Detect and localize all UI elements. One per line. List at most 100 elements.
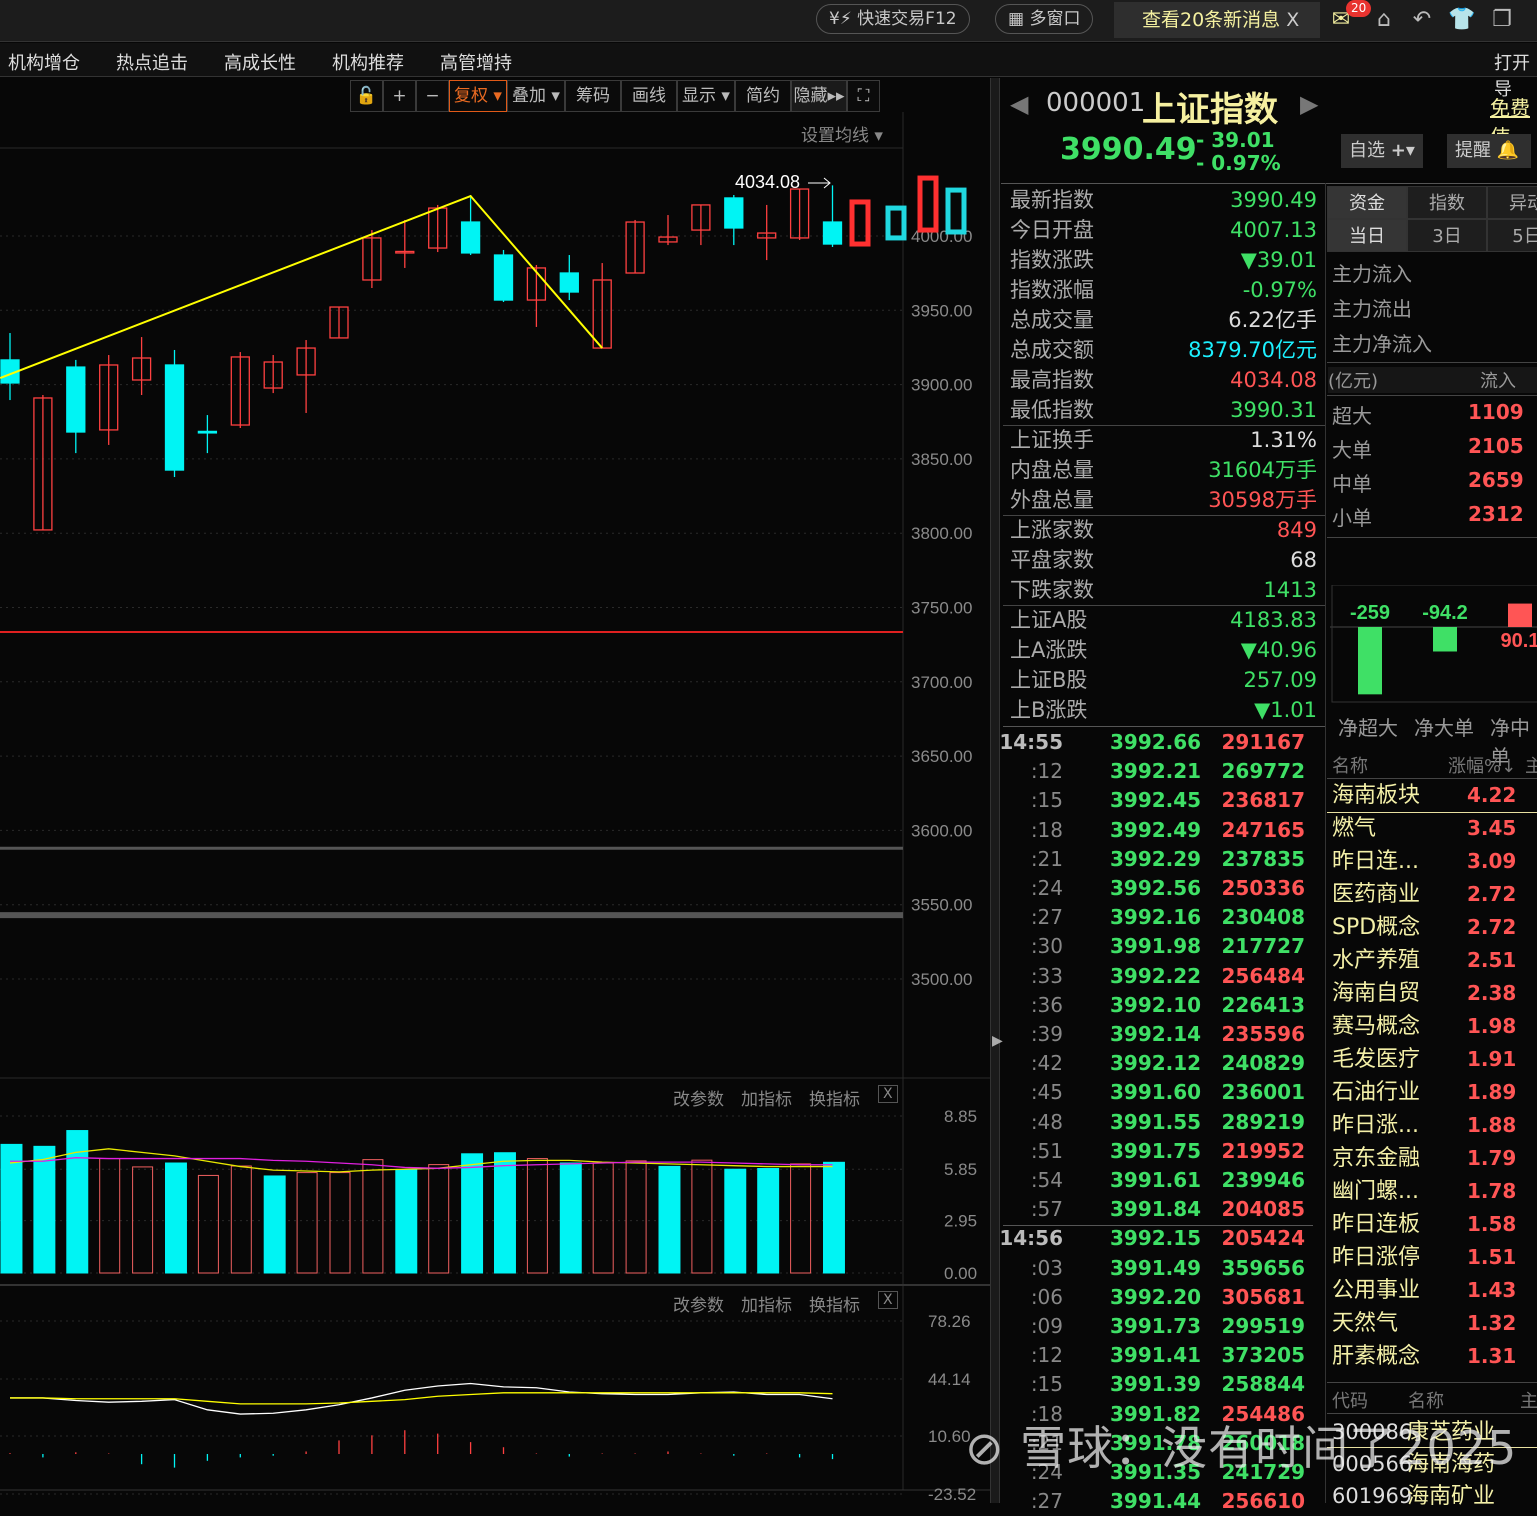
inflow-value: 2312 [1468, 502, 1524, 526]
quick-trade-button[interactable]: ¥⚡ 快速交易F12 [816, 4, 970, 34]
yuan-icon: ¥⚡ [829, 9, 852, 29]
trade-row[interactable]: :21 3992.29 237835 [1003, 845, 1313, 874]
collapse-arrow-icon[interactable]: ▶ [992, 1033, 1003, 1049]
trade-row[interactable]: :45 3991.60 236001 [1003, 1078, 1313, 1107]
tab-high-growth[interactable]: 高成长性 [224, 49, 296, 75]
tab-executive-increase[interactable]: 高管增持 [440, 49, 512, 75]
price-tick-label: 3650.00 [911, 747, 972, 766]
trade-time: :54 [1030, 1168, 1063, 1192]
sector-row[interactable]: 赛马概念 1.98 [1332, 1010, 1532, 1043]
sector-row[interactable]: 幽门螺... 1.78 [1332, 1175, 1532, 1208]
stat-value: 6.22亿手 [1228, 308, 1317, 332]
sector-row[interactable]: 水产养殖 2.51 [1332, 944, 1532, 977]
sector-row[interactable]: 天然气 1.32 [1332, 1307, 1532, 1340]
stat-row: 上证换手 1.31% [1010, 425, 1317, 455]
trade-row[interactable]: :42 3992.12 240829 [1003, 1049, 1313, 1078]
sector-row[interactable]: 昨日连板 1.58 [1332, 1208, 1532, 1241]
close-panel-icon[interactable]: X [878, 1085, 898, 1103]
trade-row[interactable]: :27 3991.44 256610 [1003, 1487, 1313, 1516]
sector-row[interactable]: 毛发医疗 1.91 [1332, 1043, 1532, 1076]
marker-bar [917, 175, 939, 233]
stat-row: 上涨家数 849 [1010, 515, 1317, 545]
sector-row[interactable]: 公用事业 1.43 [1332, 1274, 1532, 1307]
col-pct-header[interactable]: 涨幅%↓ [1448, 752, 1516, 778]
volume-bar [296, 1172, 318, 1274]
stock-row[interactable]: 601969 海南矿业 [1332, 1480, 1537, 1513]
sector-row[interactable]: 昨日涨... 1.88 [1332, 1109, 1532, 1142]
period-tab-1[interactable]: 3日 [1407, 219, 1487, 252]
edit-params-button[interactable]: 改参数 [673, 1291, 724, 1316]
sector-row[interactable]: 肝素概念 1.31 [1332, 1340, 1532, 1373]
switch-indicator-button[interactable]: 换指标 [809, 1291, 860, 1316]
close-message-icon[interactable]: X [1286, 9, 1299, 31]
add-indicator-button[interactable]: 加指标 [741, 1085, 792, 1110]
undo-icon[interactable]: ↶ [1408, 6, 1436, 34]
add-watchlist-button[interactable]: 自选 +▾ [1341, 134, 1423, 168]
candle-body [559, 272, 579, 293]
trade-row[interactable]: :54 3991.61 239946 [1003, 1166, 1313, 1195]
price-tick-label: 3600.00 [911, 821, 972, 840]
trade-volume: 359656 [1221, 1255, 1306, 1280]
trade-time: :03 [1030, 1255, 1063, 1280]
tab-institution-increase[interactable]: 机构增仓 [8, 49, 80, 75]
mail-count-badge: 20 [1346, 0, 1372, 17]
skin-icon[interactable]: 👕 [1448, 6, 1476, 34]
close-panel-icon[interactable]: X [878, 1291, 898, 1309]
trade-row[interactable]: :36 3992.10 226413 [1003, 991, 1313, 1020]
trade-row[interactable]: 14:55 3992.66 291167 [999, 728, 1313, 757]
stat-value: ▼1.01 [1254, 698, 1317, 722]
tab-hot-tracking[interactable]: 热点追击 [116, 49, 188, 75]
stat-row: 总成交额 8379.70亿元 [1010, 335, 1317, 365]
trade-row[interactable]: :27 3992.16 230408 [1003, 903, 1313, 932]
stat-value: 3990.49 [1230, 188, 1317, 212]
trade-row[interactable]: :15 3991.39 258844 [1003, 1370, 1313, 1399]
trade-row[interactable]: :24 3992.56 250336 [1003, 874, 1313, 903]
trade-row[interactable]: :12 3992.21 269772 [1003, 757, 1313, 786]
alert-button[interactable]: 提醒 🔔 [1447, 134, 1531, 168]
home-icon[interactable]: ⌂ [1370, 6, 1398, 34]
sector-row[interactable]: 医药商业 2.72 [1332, 878, 1532, 911]
multi-window-button[interactable]: ▦ 多窗口 [995, 4, 1094, 34]
volume-bar [263, 1175, 286, 1274]
panel-splitter[interactable]: ▶ [990, 78, 1003, 1503]
trade-row[interactable]: 14:56 3992.15 205424 [999, 1224, 1313, 1253]
new-messages-button[interactable]: 查看20条新消息 X [1114, 2, 1320, 38]
fund-tab-0[interactable]: 资金 [1327, 186, 1407, 219]
prev-stock-icon[interactable]: ◀ [1010, 90, 1028, 118]
trade-row[interactable]: :12 3991.41 373205 [1003, 1341, 1313, 1370]
next-stock-icon[interactable]: ▶ [1300, 90, 1318, 118]
trade-row[interactable]: :57 3991.84 204085 [1003, 1195, 1313, 1224]
sector-row[interactable]: 京东金融 1.79 [1332, 1142, 1532, 1175]
fund-tab-2[interactable]: 异动 [1487, 186, 1537, 219]
sector-row[interactable]: 海南板块 4.22 [1332, 779, 1532, 812]
sector-row[interactable]: 海南自贸 2.38 [1332, 977, 1532, 1010]
fund-tab-1[interactable]: 指数 [1407, 186, 1487, 219]
trade-row[interactable]: :30 3991.98 217727 [1003, 932, 1313, 961]
inflow-value: 1109 [1468, 400, 1524, 424]
switch-indicator-button[interactable]: 换指标 [809, 1085, 860, 1110]
edit-params-button[interactable]: 改参数 [673, 1085, 724, 1110]
trade-row[interactable]: :33 3992.22 256484 [1003, 962, 1313, 991]
trade-row[interactable]: :15 3992.45 236817 [1003, 786, 1313, 815]
trade-row[interactable]: :51 3991.75 219952 [1003, 1137, 1313, 1166]
trade-row[interactable]: :06 3992.20 305681 [1003, 1283, 1313, 1312]
trade-row[interactable]: :48 3991.55 289219 [1003, 1108, 1313, 1137]
watermark-text: 雪球：没有时间了2025 [1020, 1421, 1518, 1475]
kline-chart[interactable]: 4000.003950.003900.003850.003800.003750.… [0, 78, 990, 1503]
trade-row[interactable]: :18 3992.49 247165 [1003, 816, 1313, 845]
tab-institution-recommend[interactable]: 机构推荐 [332, 49, 404, 75]
sector-row[interactable]: 昨日涨停 1.51 [1332, 1241, 1532, 1274]
volume-bar [329, 1172, 351, 1274]
volume-bar [395, 1169, 418, 1274]
period-tab-2[interactable]: 5日 [1487, 219, 1537, 252]
restore-window-icon[interactable]: ❐ [1488, 6, 1516, 34]
period-tab-0[interactable]: 当日 [1327, 219, 1407, 252]
trade-row[interactable]: :03 3991.49 359656 [1003, 1254, 1313, 1283]
add-indicator-button[interactable]: 加指标 [741, 1291, 792, 1316]
sector-row[interactable]: 燃气 3.45 [1332, 812, 1532, 845]
trade-row[interactable]: :09 3991.73 299519 [1003, 1312, 1313, 1341]
trade-row[interactable]: :39 3992.14 235596 [1003, 1020, 1313, 1049]
sector-row[interactable]: SPD概念 2.72 [1332, 911, 1532, 944]
sector-row[interactable]: 石油行业 1.89 [1332, 1076, 1532, 1109]
sector-row[interactable]: 昨日连... 3.09 [1332, 845, 1532, 878]
